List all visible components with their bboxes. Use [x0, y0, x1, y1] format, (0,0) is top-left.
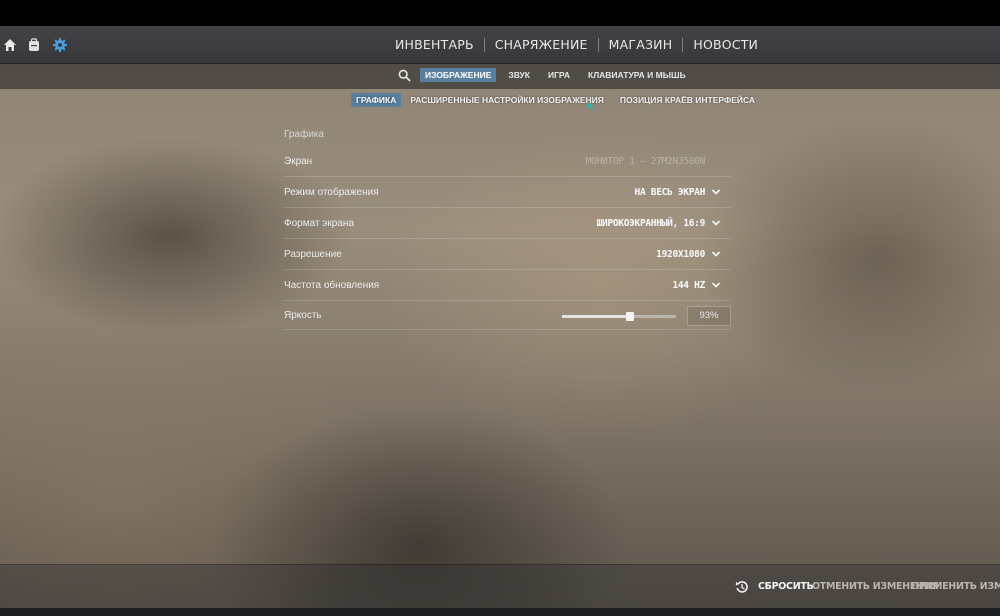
- nav-inventory[interactable]: ИНВЕНТАРЬ: [385, 26, 484, 63]
- nav-store[interactable]: МАГАЗИН: [599, 26, 683, 63]
- reset-icon[interactable]: [735, 580, 749, 594]
- setting-label: Формат экрана: [284, 217, 354, 229]
- brightness-value-input[interactable]: 93%: [687, 306, 731, 326]
- setting-row-display-mode[interactable]: Режим отображения НА ВЕСЬ ЭКРАН: [284, 177, 731, 208]
- video-subtabs: ГРАФИКА РАСШИРЕННЫЕ НАСТРОЙКИ ИЗОБРАЖЕНИ…: [351, 93, 760, 107]
- section-title: Графика: [284, 129, 324, 140]
- setting-row-monitor: Экран МОНИТОР 1 – 27M2N3500N: [284, 146, 731, 177]
- tab-game[interactable]: ИГРА: [543, 68, 575, 82]
- setting-label: Разрешение: [284, 248, 342, 260]
- setting-label: Экран: [284, 155, 313, 167]
- settings-tab-bar: ИЗОБРАЖЕНИЕ ЗВУК ИГРА КЛАВИАТУРА И МЫШЬ: [0, 63, 1000, 89]
- setting-row-brightness: Яркость 93%: [284, 301, 731, 330]
- apply-changes-button[interactable]: ПРИМЕНИТЬ ИЗМЕНЕНИЯ: [911, 581, 1000, 592]
- aspect-ratio-value[interactable]: ШИРОКОЭКРАННЫЙ, 16:9: [597, 218, 706, 229]
- chevron-down-icon[interactable]: [711, 187, 721, 197]
- graphics-settings-panel: Графика Экран МОНИТОР 1 – 27M2N3500N Реж…: [284, 124, 731, 330]
- search-icon[interactable]: [398, 69, 411, 82]
- subtab-advanced-video[interactable]: РАСШИРЕННЫЕ НАСТРОЙКИ ИЗОБРАЖЕНИЯ: [405, 93, 609, 107]
- nav-loadout[interactable]: СНАРЯЖЕНИЕ: [485, 26, 598, 63]
- gear-icon[interactable]: [52, 37, 68, 53]
- tab-keyboard-mouse[interactable]: КЛАВИАТУРА И МЫШЬ: [583, 68, 691, 82]
- tab-video[interactable]: ИЗОБРАЖЕНИЕ: [420, 68, 497, 82]
- monitor-value: МОНИТОР 1 – 27M2N3500N: [585, 155, 706, 167]
- display-mode-value[interactable]: НА ВЕСЬ ЭКРАН: [635, 187, 706, 198]
- bottom-action-bar: СБРОСИТЬ ОТМЕНИТЬ ИЗМЕНЕНИЯ ПРИМЕНИТЬ ИЗ…: [0, 564, 1000, 608]
- setting-row-refresh-rate[interactable]: Частота обновления 144 HZ: [284, 270, 731, 301]
- setting-label: Режим отображения: [284, 186, 379, 198]
- chevron-down-icon[interactable]: [711, 218, 721, 228]
- subtab-hud-edge-position[interactable]: ПОЗИЦИЯ КРАЁВ ИНТЕРФЕЙСА: [615, 93, 760, 107]
- top-bar: ИНВЕНТАРЬ СНАРЯЖЕНИЕ МАГАЗИН НОВОСТИ: [0, 26, 1000, 64]
- setting-label: Яркость: [284, 309, 322, 321]
- nav-news[interactable]: НОВОСТИ: [683, 26, 768, 63]
- subtab-graphics[interactable]: ГРАФИКА: [351, 93, 402, 107]
- chevron-down-icon[interactable]: [711, 249, 721, 259]
- setting-row-resolution[interactable]: Разрешение 1920X1080: [284, 239, 731, 270]
- brightness-slider-thumb[interactable]: [626, 312, 635, 321]
- main-navigation: ИНВЕНТАРЬ СНАРЯЖЕНИЕ МАГАЗИН НОВОСТИ: [385, 26, 768, 63]
- chevron-down-icon[interactable]: [711, 280, 721, 290]
- home-icon[interactable]: [2, 37, 18, 53]
- brightness-slider[interactable]: [562, 312, 676, 321]
- bottom-status-strip: [0, 608, 1000, 616]
- game-settings-screen: ИНВЕНТАРЬ СНАРЯЖЕНИЕ МАГАЗИН НОВОСТИ ИЗО…: [0, 26, 1000, 608]
- setting-label: Частота обновления: [284, 279, 380, 291]
- backpack-icon[interactable]: [26, 37, 42, 53]
- brightness-slider-fill: [562, 315, 631, 318]
- resolution-value[interactable]: 1920X1080: [656, 249, 705, 260]
- settings-tabs: ИЗОБРАЖЕНИЕ ЗВУК ИГРА КЛАВИАТУРА И МЫШЬ: [420, 68, 691, 82]
- reset-button[interactable]: СБРОСИТЬ: [758, 581, 814, 592]
- tab-audio[interactable]: ЗВУК: [503, 68, 535, 82]
- setting-row-aspect-ratio[interactable]: Формат экрана ШИРОКОЭКРАННЫЙ, 16:9: [284, 208, 731, 239]
- refresh-rate-value[interactable]: 144 HZ: [672, 280, 705, 291]
